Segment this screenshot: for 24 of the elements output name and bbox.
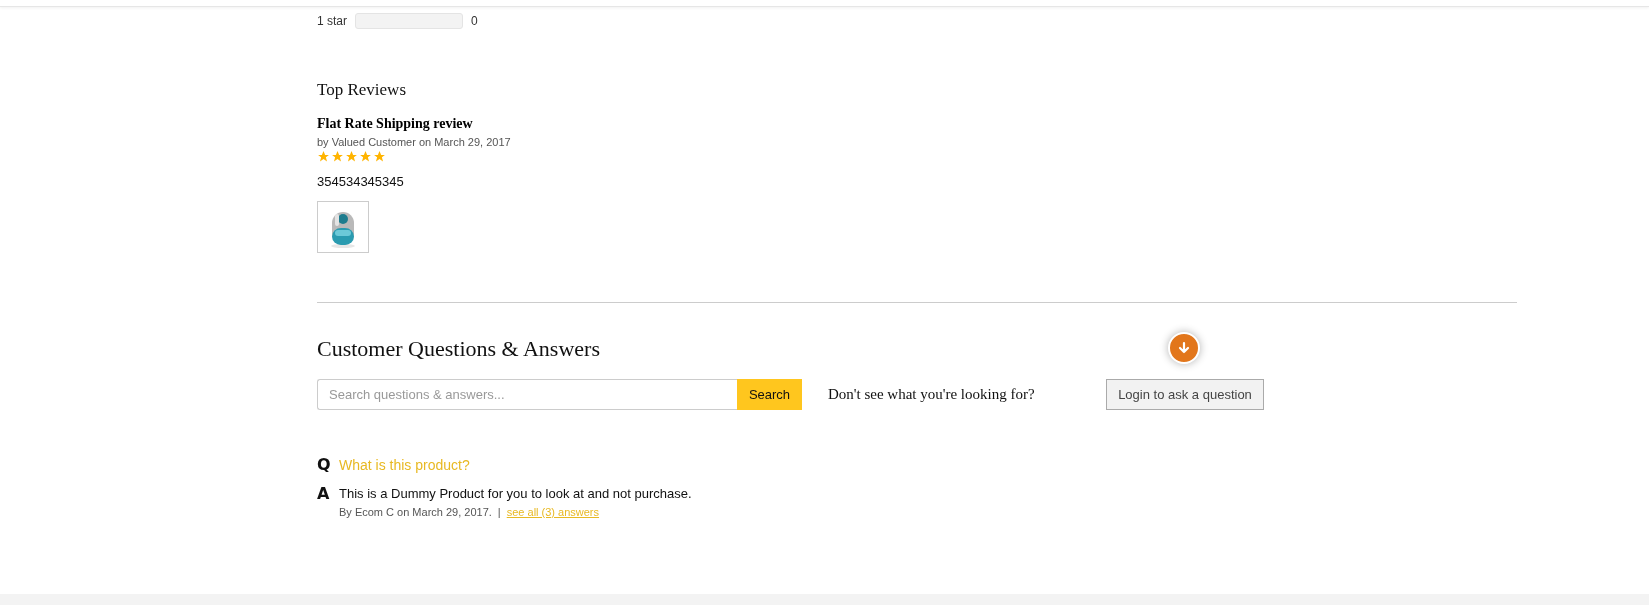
review-thumbnail[interactable] — [317, 201, 369, 253]
review-text: 354534345345 — [317, 174, 405, 189]
rating-count: 0 — [471, 14, 478, 28]
star-icon — [317, 150, 330, 163]
search-field[interactable]: Search questions & answers... — [317, 379, 737, 410]
star-icon — [331, 150, 344, 163]
section-heading: Customer Questions & Answers — [317, 336, 600, 362]
scroll-down-button[interactable] — [1168, 332, 1200, 364]
section-heading: Top Reviews — [317, 80, 406, 100]
prompt-text: Don't see what you're looking for? — [828, 386, 1036, 403]
search-button[interactable]: Search — [737, 379, 802, 410]
login-button[interactable]: Login to ask a question — [1106, 379, 1264, 410]
question-mark-letter: Q — [317, 455, 332, 474]
rating-label: 1 star — [317, 14, 347, 28]
review-title: Flat Rate Shipping review — [317, 116, 474, 132]
star-icon — [373, 150, 386, 163]
answer-mark-letter: A — [317, 484, 331, 503]
answer-byline: By Ecom C on March 29, 2017. — [339, 506, 492, 518]
star-icon — [359, 150, 372, 163]
arrow-down-icon — [1177, 341, 1191, 355]
star-icon — [345, 150, 358, 163]
review-byline: by Valued Customer on March 29, 2017 — [317, 136, 512, 148]
separator: | — [497, 506, 501, 518]
answer-text: This is a Dummy Product for you to look at and not purchase. — [339, 486, 692, 501]
